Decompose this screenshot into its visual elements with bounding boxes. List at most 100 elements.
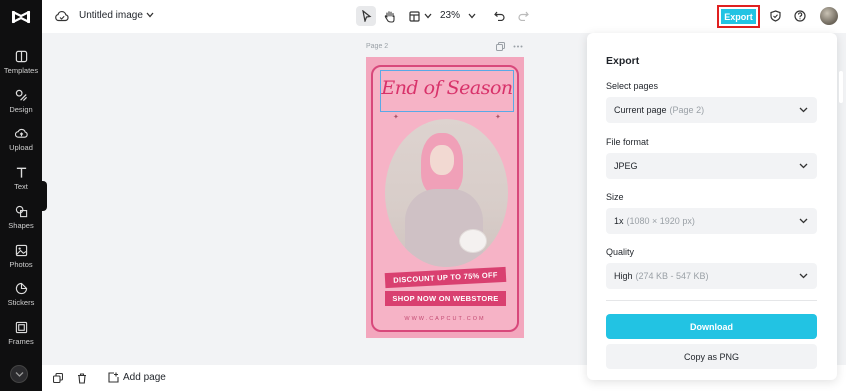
chevron-down-icon — [799, 107, 808, 113]
more-options-icon[interactable] — [513, 42, 523, 51]
chevron-down-icon — [424, 13, 431, 19]
chevron-down-icon — [799, 163, 808, 169]
trash-icon[interactable] — [77, 373, 87, 384]
chevron-down-icon — [15, 372, 24, 377]
page-label: Page 2 — [366, 43, 389, 50]
left-sidebar: Templates Design Upload Text Shapes Phot… — [0, 0, 42, 391]
stickers-icon — [15, 282, 27, 295]
chevron-down-icon[interactable] — [146, 12, 154, 18]
file-format-label: File format — [606, 137, 649, 147]
select-pages-value: Current page — [614, 105, 667, 115]
zoom-level[interactable]: 23% — [440, 10, 460, 21]
export-button[interactable]: Export — [717, 5, 760, 28]
file-format-value: JPEG — [614, 161, 638, 171]
sidebar-item-templates[interactable]: Templates — [0, 47, 42, 83]
shield-check-icon — [769, 10, 781, 22]
quality-dropdown[interactable]: High (274 KB - 547 KB) — [606, 263, 817, 289]
headline-selection-box[interactable]: End of Season — [380, 70, 514, 112]
sidebar-item-label: Shapes — [8, 221, 34, 230]
sparkle-decoration: ✦ — [495, 114, 501, 121]
hand-tool-button[interactable] — [380, 6, 400, 26]
quality-value: High — [614, 271, 633, 281]
size-label: Size — [606, 192, 624, 202]
size-dropdown[interactable]: 1x (1080 × 1920 px) — [606, 208, 817, 234]
size-value: 1x — [614, 216, 624, 226]
sidebar-item-label: Stickers — [7, 298, 35, 307]
photo-face — [430, 145, 454, 175]
zoom-menu-button[interactable] — [466, 6, 478, 26]
sidebar-item-label: Photos — [9, 260, 33, 269]
sidebar-item-frames[interactable]: Frames — [0, 318, 42, 354]
sidebar-expand-button[interactable] — [10, 365, 28, 383]
redo-icon — [517, 11, 529, 21]
layout-icon — [408, 10, 420, 22]
size-hint: (1080 × 1920 px) — [626, 216, 695, 226]
page-actions — [496, 42, 523, 51]
undo-icon — [493, 11, 505, 21]
poster-frame: End of Season ✦ ✦ DISCOUNT UP TO 75% OFF… — [371, 65, 519, 332]
pointer-icon — [361, 10, 371, 22]
sidebar-collapse-handle[interactable] — [41, 181, 47, 211]
model-photo[interactable] — [385, 119, 508, 267]
sidebar-item-photos[interactable]: Photos — [0, 241, 42, 277]
cloud-sync-icon[interactable] — [55, 10, 69, 22]
export-panel: Export Select pages Current page (Page 2… — [587, 33, 837, 380]
hand-icon — [384, 10, 395, 23]
sidebar-item-stickers[interactable]: Stickers — [0, 279, 42, 315]
sidebar-item-design[interactable]: Design — [0, 86, 42, 122]
poster-headline[interactable]: End of Season — [381, 77, 513, 99]
sidebar-item-shapes[interactable]: Shapes — [0, 202, 42, 238]
templates-icon — [15, 50, 27, 63]
shop-ribbon[interactable]: SHOP NOW ON WEBSTORE — [385, 291, 506, 306]
export-button-label: Export — [721, 9, 756, 24]
redo-button[interactable] — [515, 6, 531, 26]
chevron-down-icon — [468, 13, 476, 19]
copy-as-png-button[interactable]: Copy as PNG — [606, 344, 817, 369]
text-icon — [16, 167, 26, 178]
undo-button[interactable] — [491, 6, 507, 26]
panel-scrollbar[interactable] — [839, 71, 843, 103]
sidebar-item-label: Text — [14, 182, 28, 191]
chevron-down-icon — [799, 218, 808, 224]
discount-ribbon[interactable]: DISCOUNT UP TO 75% OFF — [384, 266, 507, 289]
copy-page-icon[interactable] — [53, 373, 63, 383]
sidebar-item-text[interactable]: Text — [0, 163, 42, 199]
sidebar-item-label: Design — [9, 105, 33, 114]
design-poster[interactable]: End of Season ✦ ✦ DISCOUNT UP TO 75% OFF… — [366, 57, 524, 338]
quality-label: Quality — [606, 247, 635, 257]
help-icon — [794, 10, 806, 22]
export-panel-title: Export — [606, 55, 640, 67]
document-title[interactable]: Untitled image — [79, 10, 143, 21]
select-pages-label: Select pages — [606, 81, 659, 91]
select-pages-hint: (Page 2) — [669, 105, 705, 115]
sidebar-item-label: Upload — [9, 143, 33, 152]
frames-icon — [15, 321, 27, 334]
select-tool-button[interactable] — [356, 6, 376, 26]
design-icon — [15, 89, 27, 102]
upload-icon — [14, 128, 28, 138]
duplicate-page-icon[interactable] — [496, 42, 505, 51]
add-page-icon — [108, 372, 119, 383]
sidebar-item-label: Frames — [8, 337, 34, 346]
capcut-logo-icon — [11, 10, 31, 24]
select-pages-dropdown[interactable]: Current page (Page 2) — [606, 97, 817, 123]
top-toolbar: Untitled image 23% Export — [42, 0, 846, 33]
photo-sweater — [405, 189, 483, 267]
file-format-dropdown[interactable]: JPEG — [606, 153, 817, 179]
help-button[interactable] — [792, 6, 808, 26]
photos-icon — [15, 244, 27, 257]
poster-website[interactable]: WWW.CAPCUT.COM — [373, 316, 517, 322]
chevron-down-icon — [799, 273, 808, 279]
layout-menu-button[interactable] — [406, 6, 434, 26]
sidebar-item-label: Templates — [3, 66, 39, 75]
sparkle-decoration: ✦ — [393, 114, 399, 121]
download-button[interactable]: Download — [606, 314, 817, 339]
add-page-label: Add page — [123, 372, 166, 383]
sidebar-item-upload[interactable]: Upload — [0, 124, 42, 160]
shapes-icon — [15, 205, 27, 218]
add-page-button[interactable]: Add page — [108, 372, 166, 383]
shield-button[interactable] — [767, 6, 783, 26]
user-avatar[interactable] — [820, 7, 838, 25]
quality-hint: (274 KB - 547 KB) — [635, 271, 709, 281]
panel-divider — [606, 300, 817, 301]
